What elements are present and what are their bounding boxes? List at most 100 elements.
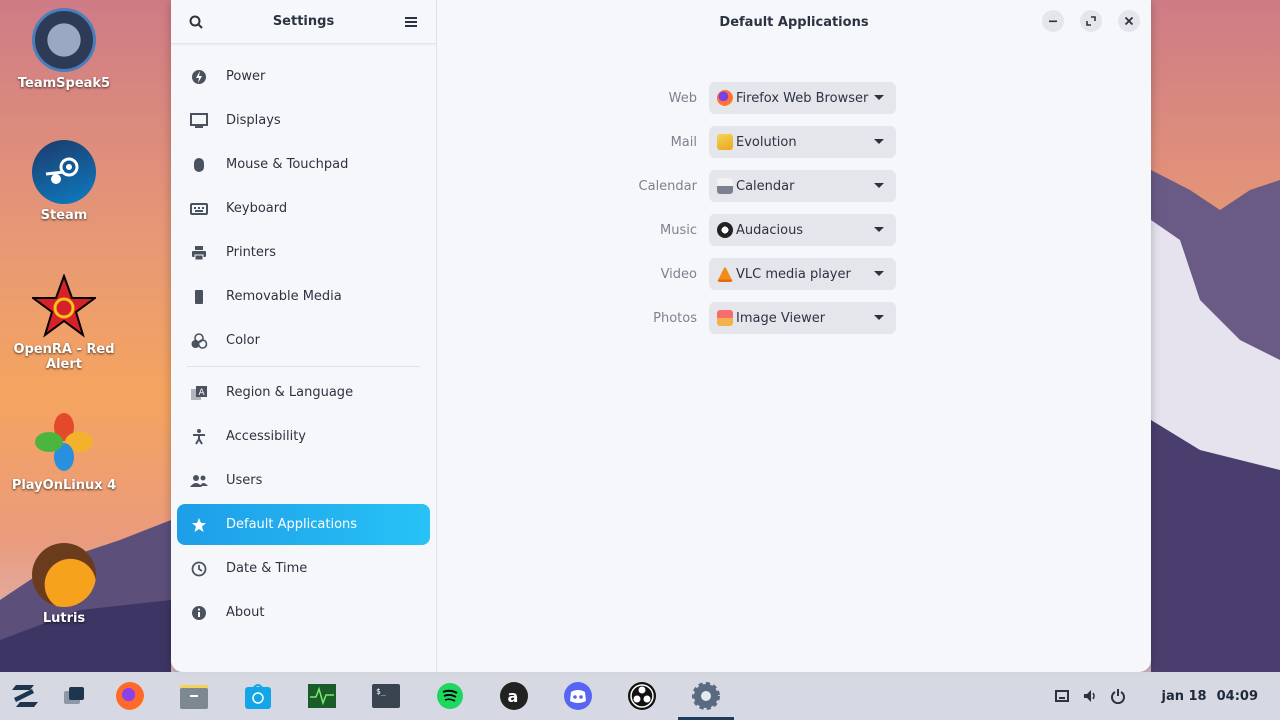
zorin-menu-button[interactable] [9, 680, 41, 712]
video-app-dropdown[interactable]: VLC media player [709, 258, 896, 290]
desktop-icon-label: Steam [40, 208, 88, 223]
audacious-icon [717, 222, 733, 238]
sidebar-item-label: Displays [226, 113, 281, 128]
row-label: Mail [670, 134, 697, 150]
default-app-row-video: Video VLC media player [617, 252, 896, 296]
sidebar-item-displays[interactable]: Displays [177, 100, 430, 141]
taskbar-audacious[interactable]: a [498, 680, 530, 712]
row-label: Video [660, 266, 697, 282]
clock-time: 04:09 [1216, 688, 1258, 704]
mail-app-dropdown[interactable]: Evolution [709, 126, 896, 158]
maximize-icon [1086, 16, 1096, 26]
chevron-down-icon [874, 315, 884, 320]
system-tray: jan 18 04:09 [1052, 672, 1280, 720]
desktop-icon-playonlinux[interactable]: PlayOnLinux 4 [9, 410, 119, 493]
sidebar-item-region-language[interactable]: A Region & Language [177, 372, 430, 413]
power-icon [190, 68, 208, 86]
volume-icon [1083, 690, 1095, 702]
row-label: Calendar [638, 178, 697, 194]
sidebar-item-accessibility[interactable]: Accessibility [177, 416, 430, 457]
network-button[interactable] [1052, 686, 1072, 706]
software-store-icon [245, 684, 271, 709]
close-button[interactable] [1118, 10, 1140, 32]
music-app-dropdown[interactable]: Audacious [709, 214, 896, 246]
system-monitor-icon [308, 684, 336, 708]
dropdown-value: Evolution [736, 134, 797, 150]
sidebar-item-label: Date & Time [226, 561, 308, 576]
sidebar-item-removable-media[interactable]: Removable Media [177, 276, 430, 317]
sidebar-item-about[interactable]: About [177, 592, 430, 633]
sidebar-item-label: Accessibility [226, 429, 306, 444]
playonlinux-icon [32, 410, 96, 474]
sidebar-item-date-time[interactable]: Date & Time [177, 548, 430, 589]
clock[interactable]: jan 18 04:09 [1162, 689, 1259, 704]
desktop-icon-lutris[interactable]: Lutris [9, 543, 119, 626]
page-title: Default Applications [719, 14, 869, 30]
teamspeak-icon [32, 8, 96, 72]
default-app-row-calendar: Calendar Calendar [617, 164, 896, 208]
search-button[interactable] [185, 11, 207, 33]
taskbar-obs[interactable] [626, 680, 658, 712]
minimize-button[interactable] [1042, 10, 1064, 32]
spotify-icon [437, 683, 463, 709]
sidebar-item-default-applications[interactable]: Default Applications [177, 504, 430, 545]
taskbar-software-store[interactable] [242, 680, 274, 712]
sidebar-item-keyboard[interactable]: Keyboard [177, 188, 430, 229]
sidebar-item-label: Power [226, 69, 266, 84]
terminal-icon: $_ [372, 684, 400, 708]
sidebar-divider [187, 366, 420, 367]
svg-text:$_: $_ [376, 687, 386, 696]
taskbar-files[interactable] [178, 680, 210, 712]
default-apps-form: Web Firefox Web Browser Mail Evolution C… [617, 76, 896, 340]
sidebar-item-label: Region & Language [226, 385, 354, 400]
sidebar-title: Settings [272, 14, 335, 29]
calendar-app-dropdown[interactable]: Calendar [709, 170, 896, 202]
settings-icon [692, 682, 720, 710]
desktop-icon-openra[interactable]: OpenRA - Red Alert [9, 274, 119, 372]
lutris-icon [32, 543, 96, 607]
audacious-icon: a [500, 682, 528, 710]
sidebar-item-color[interactable]: Color [177, 320, 430, 361]
default-app-row-mail: Mail Evolution [617, 120, 896, 164]
photos-app-dropdown[interactable]: Image Viewer [709, 302, 896, 334]
desktop-icon-teamspeak[interactable]: TeamSpeak5 [9, 8, 119, 91]
discord-icon [564, 682, 592, 710]
dropdown-value: Calendar [736, 178, 795, 194]
volume-button[interactable] [1080, 686, 1100, 706]
zorin-menu-icon [12, 685, 38, 707]
power-menu-button[interactable] [1108, 686, 1128, 706]
chevron-down-icon [874, 271, 884, 276]
power-icon [1110, 689, 1125, 704]
taskbar-spotify[interactable] [434, 680, 466, 712]
taskbar-system-monitor[interactable] [306, 680, 338, 712]
workspaces-button[interactable] [58, 680, 90, 712]
settings-sidebar: Settings Power Displays Mouse & Touchpad… [171, 0, 437, 672]
taskbar-settings[interactable] [690, 680, 722, 712]
sidebar-item-label: Default Applications [226, 517, 358, 532]
sidebar-item-mouse[interactable]: Mouse & Touchpad [177, 144, 430, 185]
firefox-icon [116, 682, 144, 710]
dropdown-value: VLC media player [736, 266, 851, 282]
web-app-dropdown[interactable]: Firefox Web Browser [709, 82, 896, 114]
svg-text:a: a [508, 687, 519, 706]
taskbar-discord[interactable] [562, 680, 594, 712]
sidebar-header: Settings [171, 0, 436, 44]
taskbar-terminal[interactable]: $_ [370, 680, 402, 712]
sidebar-item-printers[interactable]: Printers [177, 232, 430, 273]
mouse-icon [190, 156, 208, 174]
info-icon [190, 604, 208, 622]
desktop-icon-steam[interactable]: Steam [9, 140, 119, 223]
taskbar-firefox[interactable] [114, 680, 146, 712]
sidebar-item-power[interactable]: Power [177, 56, 430, 97]
menu-button[interactable] [400, 11, 422, 33]
hamburger-menu-icon [405, 16, 417, 27]
maximize-button[interactable] [1080, 10, 1102, 32]
search-icon [189, 15, 203, 29]
accessibility-icon [190, 428, 208, 446]
desktop-icon-label: OpenRA - Red Alert [13, 342, 115, 372]
taskbar: $_ a jan 18 04:09 [0, 672, 1280, 720]
sidebar-item-users[interactable]: Users [177, 460, 430, 501]
workspaces-icon [64, 687, 84, 704]
default-app-row-photos: Photos Image Viewer [617, 296, 896, 340]
openra-icon [32, 274, 96, 338]
